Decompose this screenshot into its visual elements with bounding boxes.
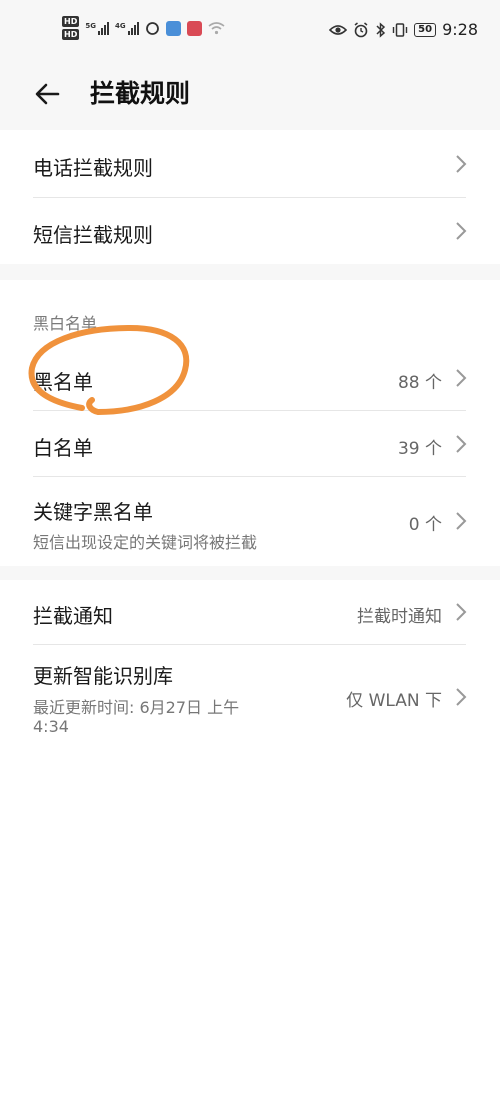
whitelist-label: 白名单 — [33, 436, 93, 460]
keyword-blacklist-label: 关键字黑名单 — [33, 500, 153, 524]
settings-card: 拦截通知 拦截时通知 更新智能识别库 最近更新时间: 6月27日 上午 4:34… — [0, 580, 500, 1111]
status-right: 50 9:28 — [329, 20, 478, 39]
status-bar: HD HD 5G 4G 50 9:28 — [0, 0, 500, 60]
status-left: HD HD 5G 4G — [62, 16, 225, 40]
update-library-item[interactable]: 更新智能识别库 最近更新时间: 6月27日 上午 4:34 仅 WLAN 下 — [0, 644, 500, 754]
sync-icon — [145, 21, 159, 35]
bluetooth-icon — [376, 21, 386, 38]
signal-5g-icon: 5G — [85, 21, 109, 35]
chevron-right-icon — [456, 435, 467, 453]
screen: HD HD 5G 4G 50 9:28 拦截规则 电话拦截规则 短信拦截规则 黑… — [0, 0, 500, 1111]
chevron-right-icon — [456, 222, 467, 240]
call-rules-label: 电话拦截规则 — [33, 156, 153, 180]
whitelist-count: 39 个 — [397, 439, 442, 459]
signal-4g-icon: 4G — [114, 21, 139, 35]
call-rules-item[interactable]: 电话拦截规则 — [0, 130, 500, 197]
network-type-label: 4G — [114, 21, 126, 30]
hd-indicators: HD HD — [62, 16, 80, 40]
page-title: 拦截规则 — [90, 79, 191, 108]
keyword-blacklist-description: 短信出现设定的关键词将被拦截 — [33, 533, 258, 552]
network-type-label: 5G — [85, 21, 96, 30]
sms-rules-item[interactable]: 短信拦截规则 — [0, 197, 500, 264]
annotation-circle — [28, 325, 190, 415]
hd-icon: HD — [62, 16, 80, 27]
battery-icon: 50 — [414, 22, 437, 37]
blacklist-count: 88 个 — [397, 373, 442, 393]
update-time-text: 4:34 — [33, 717, 69, 736]
vibrate-icon — [392, 22, 408, 37]
chevron-right-icon — [456, 155, 467, 173]
block-notification-label: 拦截通知 — [33, 604, 113, 628]
app-notification-icon — [165, 20, 181, 36]
clock: 9:28 — [442, 20, 478, 39]
sms-rules-label: 短信拦截规则 — [33, 223, 153, 247]
eye-icon — [329, 24, 348, 35]
block-notification-value: 拦截时通知 — [357, 607, 442, 627]
lists-card: 黑白名单 黑名单 88 个 白名单 39 个 关键字黑名单 短信出现设定的关键词… — [0, 280, 500, 566]
keyword-blacklist-count: 0 个 — [408, 515, 442, 535]
hd-icon: HD — [62, 29, 80, 40]
chevron-right-icon — [456, 688, 467, 706]
app-header: 拦截规则 — [0, 60, 500, 130]
update-library-value: 仅 WLAN 下 — [346, 691, 442, 711]
arrow-left-icon[interactable] — [30, 76, 66, 112]
alarm-icon — [354, 21, 368, 37]
update-library-label: 更新智能识别库 — [33, 664, 173, 688]
app-notification-icon — [186, 20, 202, 36]
wifi-icon — [208, 22, 225, 35]
keyword-blacklist-item[interactable]: 关键字黑名单 短信出现设定的关键词将被拦截 0 个 — [0, 476, 500, 566]
chevron-right-icon — [456, 603, 467, 621]
chevron-right-icon — [456, 512, 467, 530]
rules-card: 电话拦截规则 短信拦截规则 — [0, 130, 500, 264]
update-time-text: 最近更新时间: 6月27日 上午 — [33, 698, 240, 717]
block-notification-item[interactable]: 拦截通知 拦截时通知 — [0, 580, 500, 644]
chevron-right-icon — [456, 369, 467, 387]
